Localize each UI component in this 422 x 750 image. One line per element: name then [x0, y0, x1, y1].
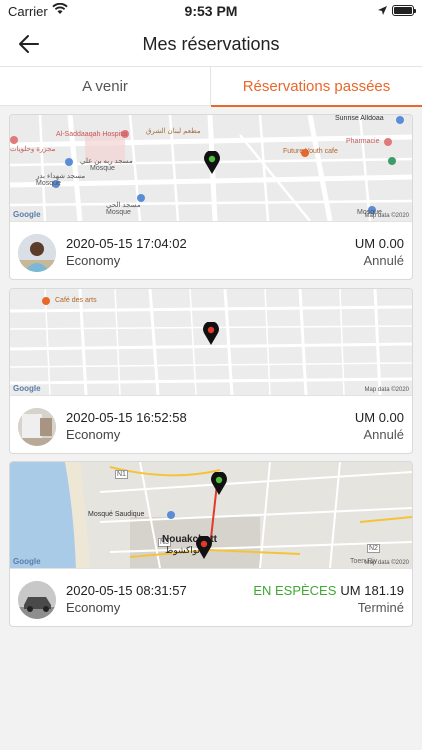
google-logo: Google [13, 557, 41, 566]
tab-upcoming[interactable]: A venir [0, 67, 211, 106]
trip-info: 2020-05-15 17:04:02 Economy UM 0.00 Annu… [10, 221, 412, 279]
map-label: Sunrise Alldoaa [335, 115, 384, 122]
status-bar: Carrier 9:53 PM [0, 0, 422, 22]
trip-map: Café des arts Google Map data ©2020 [10, 289, 412, 395]
trip-info: 2020-05-15 16:52:58 Economy UM 0.00 Annu… [10, 395, 412, 453]
tab-label: Réservations passées [242, 78, 391, 95]
google-logo: Google [13, 210, 41, 219]
map-label: Café des arts [55, 297, 97, 304]
map-label: Pharmacie [346, 138, 380, 145]
trip-status: Annulé [363, 427, 404, 442]
google-logo: Google [13, 384, 41, 393]
clock: 9:53 PM [184, 3, 238, 19]
pickup-marker-icon [204, 151, 220, 174]
map-label: مسجد الحي [106, 202, 141, 209]
trip-price: EN ESPÈCES UM 181.19 [253, 583, 404, 598]
mosque-icon [167, 511, 175, 519]
map-label: Future Youth cafe [283, 148, 338, 155]
payment-method: EN ESPÈCES [253, 583, 337, 598]
map-label: مطعم لبنان الشرق [146, 128, 201, 135]
map-attribution: Map data ©2020 [364, 213, 409, 219]
nav-bar: Mes réservations [0, 22, 422, 66]
tab-past-reservations[interactable]: Réservations passées [211, 67, 422, 107]
trip-status: Terminé [357, 600, 404, 615]
trip-datetime: 2020-05-15 17:04:02 [66, 236, 187, 251]
map-label: مسجد شهداء بدر [36, 173, 86, 180]
price-amount: UM 181.19 [340, 583, 404, 598]
map-label: Al-Saddaaqah Hospital [56, 131, 128, 138]
driver-avatar [18, 234, 56, 272]
vehicle-type: Economy [66, 600, 121, 615]
tab-bar: A venir Réservations passées [0, 66, 422, 107]
map-label: مسجد ربه بن علي [80, 158, 133, 165]
trip-map: Al-Saddaaqah Hospital مطعم لبنان الشرق S… [10, 115, 412, 221]
map-label: مجزرة وحلويات [10, 146, 56, 153]
page-title: Mes réservations [142, 34, 280, 54]
map-label: Mosque [106, 209, 131, 216]
dropoff-marker-icon [203, 322, 219, 345]
dropoff-marker-icon [196, 536, 212, 559]
map-attribution: Map data ©2020 [364, 560, 409, 566]
vehicle-type: Economy [66, 427, 121, 442]
road-shield: N1 [115, 470, 128, 479]
location-arrow-icon [377, 4, 388, 19]
road-shield: N2 [367, 544, 380, 553]
battery-icon [392, 5, 416, 16]
reservation-card[interactable]: Al-Saddaaqah Hospital مطعم لبنان الشرق S… [9, 114, 413, 280]
trip-datetime: 2020-05-15 08:31:57 [66, 583, 187, 598]
trip-datetime: 2020-05-15 16:52:58 [66, 410, 187, 425]
map-label: Mosque [36, 180, 61, 187]
trip-info: 2020-05-15 08:31:57 Economy EN ESPÈCES UM… [10, 568, 412, 626]
active-tab-indicator [211, 105, 422, 107]
trip-price: UM 0.00 [351, 410, 404, 425]
map-attribution: Map data ©2020 [364, 387, 409, 393]
map-label: Mosque [90, 165, 115, 172]
pickup-marker-icon [211, 472, 227, 495]
reservation-card[interactable]: N1 N3 N2 Mosqué Saudique Nouakchott نواك… [9, 461, 413, 627]
trip-status: Annulé [363, 253, 404, 268]
price-amount: UM 0.00 [354, 410, 404, 425]
trip-price: UM 0.00 [351, 236, 404, 251]
driver-avatar [18, 581, 56, 619]
price-amount: UM 0.00 [354, 236, 404, 251]
map-label: Mosqué Saudique [88, 511, 145, 518]
driver-avatar [18, 408, 56, 446]
tab-label: A venir [82, 78, 128, 95]
vehicle-type: Economy [66, 253, 121, 268]
reservation-card[interactable]: Café des arts Google Map data ©2020 2020… [9, 288, 413, 454]
trip-map: N1 N3 N2 Mosqué Saudique Nouakchott نواك… [10, 462, 412, 568]
